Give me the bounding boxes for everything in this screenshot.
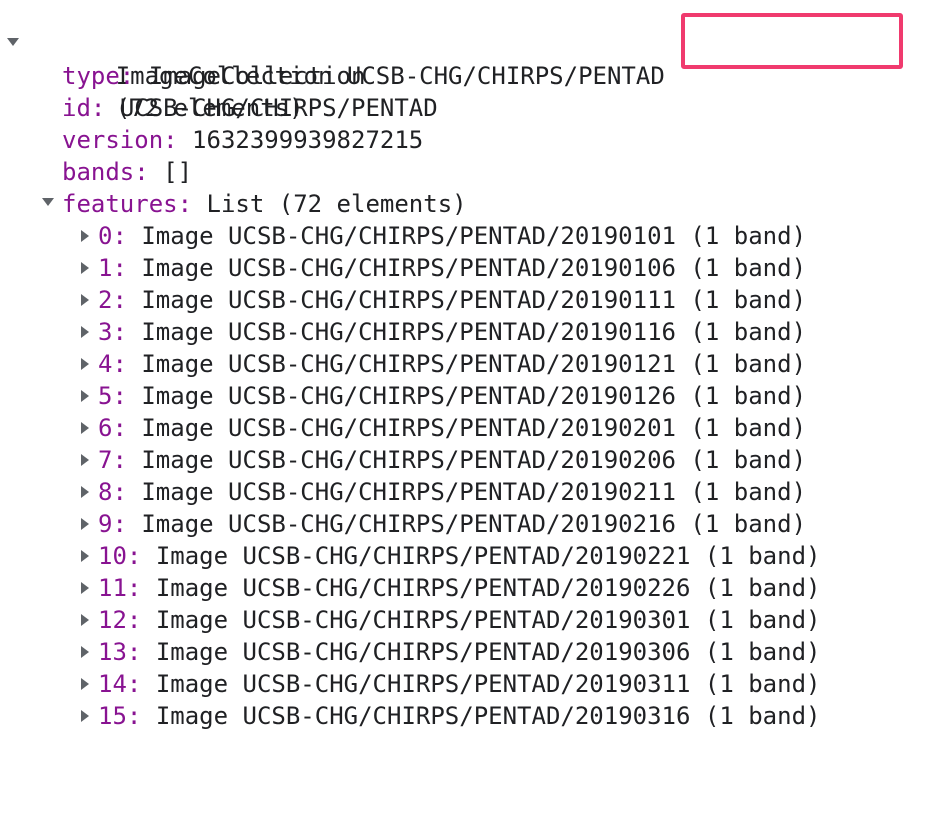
- caret-right-icon[interactable]: [81, 710, 89, 722]
- caret-right-icon[interactable]: [81, 550, 89, 562]
- list-item[interactable]: 3: Image UCSB-CHG/CHIRPS/PENTAD/20190116…: [0, 316, 950, 348]
- property-row-type: type: ImageCollection: [0, 60, 950, 92]
- list-item[interactable]: 13: Image UCSB-CHG/CHIRPS/PENTAD/2019030…: [0, 636, 950, 668]
- property-value: []: [163, 158, 193, 186]
- caret-down-icon[interactable]: [7, 38, 19, 46]
- item-index: 0:: [98, 222, 127, 250]
- caret-right-icon[interactable]: [81, 582, 89, 594]
- item-value: Image UCSB-CHG/CHIRPS/PENTAD/20190221 (1…: [155, 542, 821, 570]
- root-row[interactable]: ImageCollection UCSB-CHG/CHIRPS/PENTAD (…: [0, 28, 950, 122]
- caret-right-icon[interactable]: [81, 614, 89, 626]
- caret-right-icon[interactable]: [81, 518, 89, 530]
- list-item[interactable]: 2: Image UCSB-CHG/CHIRPS/PENTAD/20190111…: [0, 284, 950, 316]
- list-item[interactable]: 1: Image UCSB-CHG/CHIRPS/PENTAD/20190106…: [0, 252, 950, 284]
- list-item[interactable]: 9: Image UCSB-CHG/CHIRPS/PENTAD/20190216…: [0, 508, 950, 540]
- features-value: List (72 elements): [206, 190, 467, 218]
- item-value: Image UCSB-CHG/CHIRPS/PENTAD/20190226 (1…: [155, 574, 821, 602]
- item-index: 12:: [98, 606, 142, 634]
- caret-right-icon[interactable]: [81, 454, 89, 466]
- property-row-version: version: 1632399939827215: [0, 124, 950, 156]
- caret-right-icon[interactable]: [81, 230, 89, 242]
- list-item[interactable]: 10: Image UCSB-CHG/CHIRPS/PENTAD/2019022…: [0, 540, 950, 572]
- object-tree: ImageCollection UCSB-CHG/CHIRPS/PENTAD (…: [0, 28, 950, 732]
- item-index: 5:: [98, 382, 127, 410]
- property-value: ImageCollection: [148, 62, 366, 90]
- item-value: Image UCSB-CHG/CHIRPS/PENTAD/20190101 (1…: [141, 222, 807, 250]
- list-item[interactable]: 7: Image UCSB-CHG/CHIRPS/PENTAD/20190206…: [0, 444, 950, 476]
- property-value: 1632399939827215: [192, 126, 424, 154]
- caret-down-icon[interactable]: [42, 198, 54, 206]
- list-item[interactable]: 6: Image UCSB-CHG/CHIRPS/PENTAD/20190201…: [0, 412, 950, 444]
- caret-right-icon[interactable]: [81, 294, 89, 306]
- caret-right-icon[interactable]: [81, 646, 89, 658]
- list-item[interactable]: 12: Image UCSB-CHG/CHIRPS/PENTAD/2019030…: [0, 604, 950, 636]
- list-item[interactable]: 5: Image UCSB-CHG/CHIRPS/PENTAD/20190126…: [0, 380, 950, 412]
- property-key: bands:: [62, 158, 149, 186]
- item-index: 3:: [98, 318, 127, 346]
- item-value: Image UCSB-CHG/CHIRPS/PENTAD/20190121 (1…: [141, 350, 807, 378]
- item-value: Image UCSB-CHG/CHIRPS/PENTAD/20190311 (1…: [155, 670, 821, 698]
- item-index: 6:: [98, 414, 127, 442]
- item-index: 11:: [98, 574, 142, 602]
- property-row-bands: bands: []: [0, 156, 950, 188]
- item-value: Image UCSB-CHG/CHIRPS/PENTAD/20190111 (1…: [141, 286, 807, 314]
- item-value: Image UCSB-CHG/CHIRPS/PENTAD/20190126 (1…: [141, 382, 807, 410]
- list-item[interactable]: 11: Image UCSB-CHG/CHIRPS/PENTAD/2019022…: [0, 572, 950, 604]
- item-index: 14:: [98, 670, 142, 698]
- item-value: Image UCSB-CHG/CHIRPS/PENTAD/20190201 (1…: [141, 414, 807, 442]
- list-item[interactable]: 4: Image UCSB-CHG/CHIRPS/PENTAD/20190121…: [0, 348, 950, 380]
- item-index: 8:: [98, 478, 127, 506]
- property-key: id:: [62, 94, 106, 122]
- item-value: Image UCSB-CHG/CHIRPS/PENTAD/20190301 (1…: [155, 606, 821, 634]
- item-value: Image UCSB-CHG/CHIRPS/PENTAD/20190211 (1…: [141, 478, 807, 506]
- item-value: Image UCSB-CHG/CHIRPS/PENTAD/20190116 (1…: [141, 318, 807, 346]
- item-value: Image UCSB-CHG/CHIRPS/PENTAD/20190316 (1…: [155, 702, 821, 730]
- item-index: 15:: [98, 702, 142, 730]
- property-key: type:: [62, 62, 135, 90]
- caret-right-icon[interactable]: [81, 390, 89, 402]
- caret-right-icon[interactable]: [81, 262, 89, 274]
- caret-right-icon[interactable]: [81, 422, 89, 434]
- item-value: Image UCSB-CHG/CHIRPS/PENTAD/20190206 (1…: [141, 446, 807, 474]
- features-key: features:: [62, 190, 193, 218]
- item-value: Image UCSB-CHG/CHIRPS/PENTAD/20190216 (1…: [141, 510, 807, 538]
- property-row-id: id: UCSB-CHG/CHIRPS/PENTAD: [0, 92, 950, 124]
- item-index: 13:: [98, 638, 142, 666]
- item-value: Image UCSB-CHG/CHIRPS/PENTAD/20190106 (1…: [141, 254, 807, 282]
- property-key: version:: [62, 126, 178, 154]
- item-index: 7:: [98, 446, 127, 474]
- caret-right-icon[interactable]: [81, 486, 89, 498]
- caret-right-icon[interactable]: [81, 326, 89, 338]
- list-item[interactable]: 8: Image UCSB-CHG/CHIRPS/PENTAD/20190211…: [0, 476, 950, 508]
- item-index: 4:: [98, 350, 127, 378]
- list-item[interactable]: 0: Image UCSB-CHG/CHIRPS/PENTAD/20190101…: [0, 220, 950, 252]
- caret-right-icon[interactable]: [81, 678, 89, 690]
- list-item[interactable]: 15: Image UCSB-CHG/CHIRPS/PENTAD/2019031…: [0, 700, 950, 732]
- item-index: 9:: [98, 510, 127, 538]
- list-item[interactable]: 14: Image UCSB-CHG/CHIRPS/PENTAD/2019031…: [0, 668, 950, 700]
- property-value: UCSB-CHG/CHIRPS/PENTAD: [119, 94, 438, 122]
- caret-right-icon[interactable]: [81, 358, 89, 370]
- item-value: Image UCSB-CHG/CHIRPS/PENTAD/20190306 (1…: [155, 638, 821, 666]
- item-index: 2:: [98, 286, 127, 314]
- item-index: 10:: [98, 542, 142, 570]
- features-row[interactable]: features: List (72 elements): [0, 188, 950, 220]
- item-index: 1:: [98, 254, 127, 282]
